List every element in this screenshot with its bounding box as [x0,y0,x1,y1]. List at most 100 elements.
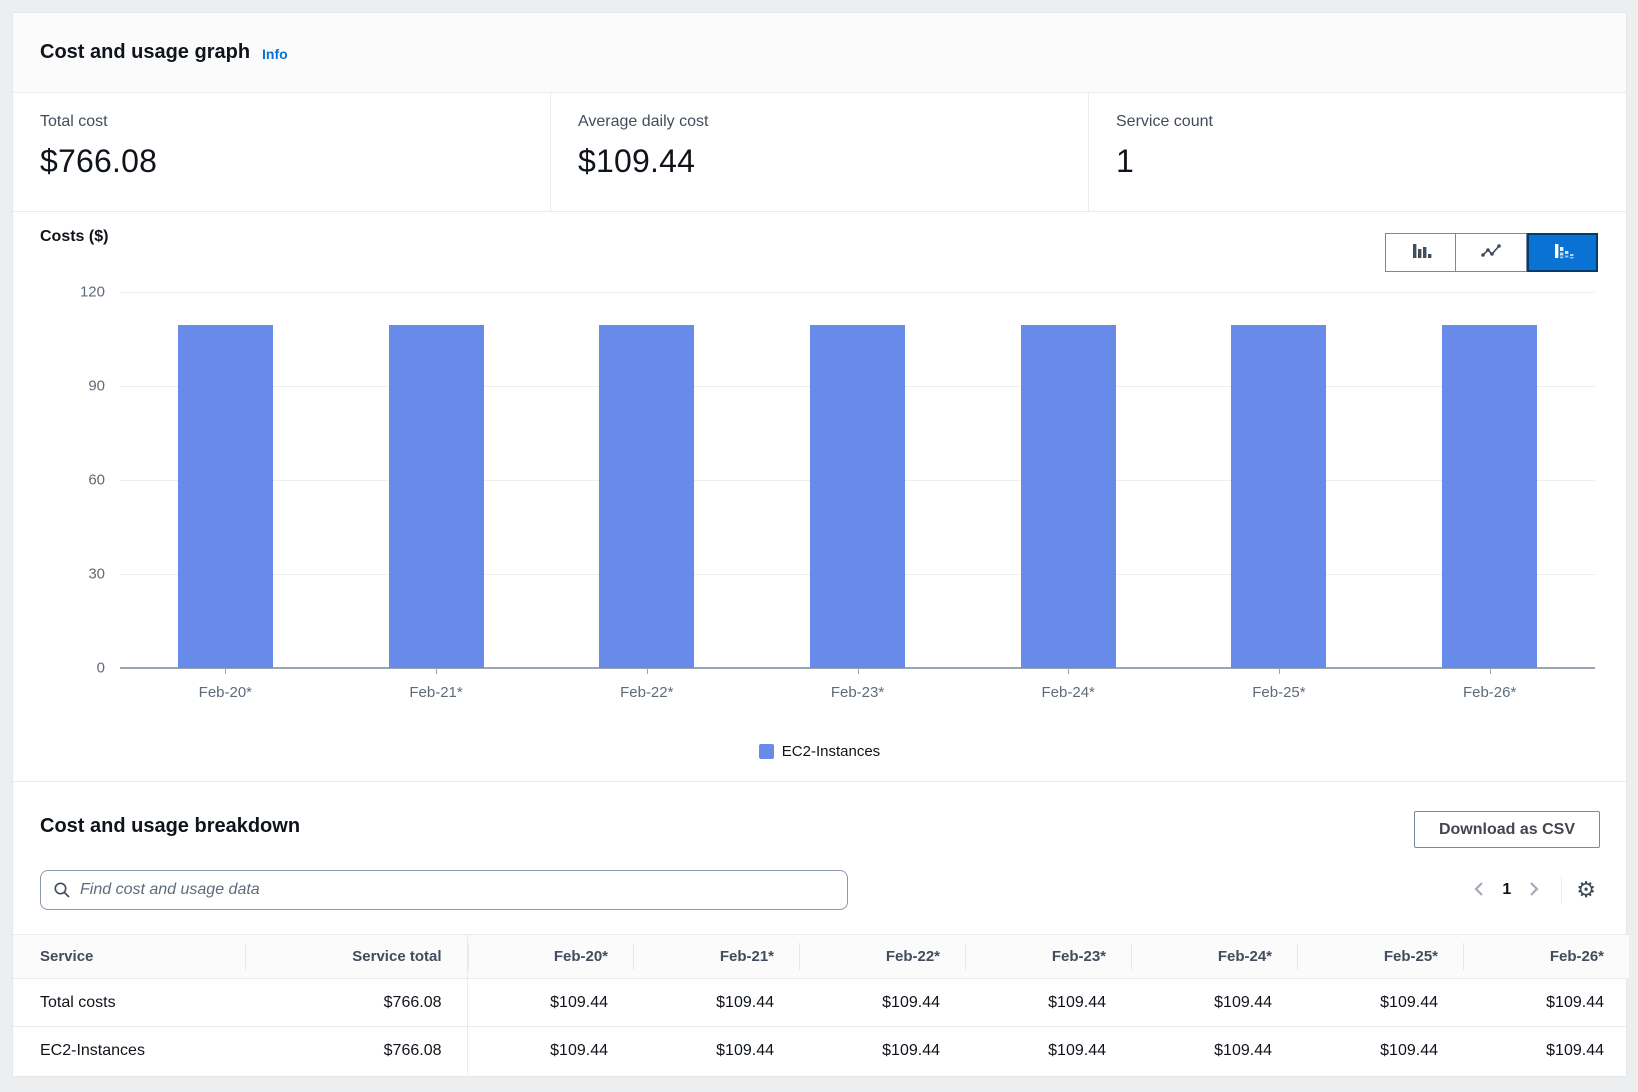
value-cell: $109.44 [1131,1027,1297,1075]
x-tick-label: Feb-20* [199,684,252,701]
x-tick-mark [1068,668,1069,674]
previous-page-button[interactable] [1466,878,1492,903]
y-tick-label: 90 [88,378,105,395]
service-name-cell: Total costs [13,979,245,1027]
y-tick-label: 120 [80,284,105,301]
service-name-cell: EC2-Instances [13,1027,245,1075]
column-header-feb-22-: Feb-22* [799,935,965,979]
column-header-service-total: Service total [245,935,467,979]
page-title: Cost and usage graph [40,41,250,64]
search-input[interactable] [80,881,835,899]
x-tick-label: Feb-24* [1042,684,1095,701]
stat-value: $109.44 [578,143,1088,180]
bar-Feb-26*[interactable] [1442,325,1537,668]
search-box[interactable] [40,870,848,910]
bar-Feb-24*[interactable] [1021,325,1116,668]
bar-chart-toggle[interactable] [1385,233,1456,272]
chevron-left-icon [1472,880,1486,901]
pagination: 1 ⚙ [1466,875,1596,905]
table-row: EC2-Instances$766.08$109.44$109.44$109.4… [13,1027,1629,1075]
legend-item-ec2-instances[interactable]: EC2-Instances [759,743,880,760]
column-header-feb-23-: Feb-23* [965,935,1131,979]
cost-breakdown-table: ServiceService totalFeb-20*Feb-21*Feb-22… [13,934,1629,1075]
stat-service-count: Service count 1 [1088,93,1626,211]
value-cell: $109.44 [1297,1027,1463,1075]
bar-Feb-20*[interactable] [178,325,273,668]
value-cell: $109.44 [633,1027,799,1075]
value-cell: $109.44 [1131,979,1297,1027]
bar-Feb-25*[interactable] [1231,325,1326,668]
value-cell: $109.44 [1463,1027,1629,1075]
value-cell: $109.44 [467,979,633,1027]
search-icon [53,881,71,899]
bar-Feb-23*[interactable] [810,325,905,668]
download-csv-button[interactable]: Download as CSV [1414,811,1600,848]
x-tick-mark [225,668,226,674]
stat-average-daily-cost: Average daily cost $109.44 [550,93,1088,211]
value-cell: $109.44 [799,1027,965,1075]
stat-label: Total cost [40,113,550,131]
bar-Feb-22*[interactable] [599,325,694,668]
x-tick-label: Feb-26* [1463,684,1516,701]
bar-chart-icon [1408,239,1434,266]
x-tick-mark [1279,668,1280,674]
cost-and-usage-card: Cost and usage graph Info Total cost $76… [13,13,1626,1076]
stat-total-cost: Total cost $766.08 [13,93,550,211]
x-tick-label: Feb-23* [831,684,884,701]
table-settings-gear-icon[interactable]: ⚙ [1576,879,1596,901]
value-cell: $109.44 [799,979,965,1027]
column-header-feb-21-: Feb-21* [633,935,799,979]
value-cell: $109.44 [965,979,1131,1027]
stat-value: $766.08 [40,143,550,180]
x-tick-label: Feb-25* [1252,684,1305,701]
x-tick-mark [647,668,648,674]
stacked-bar-chart-toggle[interactable] [1527,233,1598,272]
value-cell: $109.44 [633,979,799,1027]
value-cell: $109.44 [965,1027,1131,1075]
table-row: Total costs$766.08$109.44$109.44$109.44$… [13,979,1629,1027]
gridline-y-120 [120,292,1595,293]
table-header-row: ServiceService totalFeb-20*Feb-21*Feb-22… [13,935,1629,979]
y-tick-label: 0 [97,660,105,677]
table-body: Total costs$766.08$109.44$109.44$109.44$… [13,979,1629,1075]
y-tick-label: 30 [88,566,105,583]
bar-Feb-21*[interactable] [389,325,484,668]
column-header-feb-25-: Feb-25* [1297,935,1463,979]
breakdown-title: Cost and usage breakdown [40,815,300,838]
stat-label: Average daily cost [578,113,1088,131]
value-cell: $109.44 [1297,979,1463,1027]
column-header-feb-26-: Feb-26* [1463,935,1629,979]
x-tick-label: Feb-21* [409,684,462,701]
chart-legend: EC2-Instances [13,743,1626,760]
column-header-feb-24-: Feb-24* [1131,935,1297,979]
value-cell: $766.08 [245,1027,467,1075]
next-page-button[interactable] [1521,878,1547,903]
stat-label: Service count [1116,113,1626,131]
chart-type-toggle-group [1385,233,1598,272]
pager-divider [1561,877,1562,903]
stat-value: 1 [1116,143,1626,180]
column-header-feb-20-: Feb-20* [467,935,633,979]
plot-area: 0306090120Feb-20*Feb-21*Feb-22*Feb-23*Fe… [120,292,1595,668]
info-link[interactable]: Info [262,46,288,62]
x-tick-mark [858,668,859,674]
column-header-service: Service [13,935,245,979]
legend-label: EC2-Instances [782,743,880,760]
line-chart-icon [1478,239,1504,266]
legend-swatch [759,744,774,759]
chevron-right-icon [1527,880,1541,901]
stats-row: Total cost $766.08 Average daily cost $1… [13,93,1626,212]
value-cell: $109.44 [467,1027,633,1075]
x-tick-mark [436,668,437,674]
chart-axis-title: Costs ($) [40,228,108,246]
chart-section: Costs ($) [13,212,1626,782]
value-cell: $766.08 [245,979,467,1027]
current-page-number[interactable]: 1 [1502,881,1511,899]
x-tick-mark [1490,668,1491,674]
value-cell: $109.44 [1463,979,1629,1027]
y-tick-label: 60 [88,472,105,489]
card-header: Cost and usage graph Info [13,13,1626,93]
stacked-bar-chart-icon [1550,239,1576,266]
line-chart-toggle[interactable] [1456,233,1527,272]
x-tick-label: Feb-22* [620,684,673,701]
